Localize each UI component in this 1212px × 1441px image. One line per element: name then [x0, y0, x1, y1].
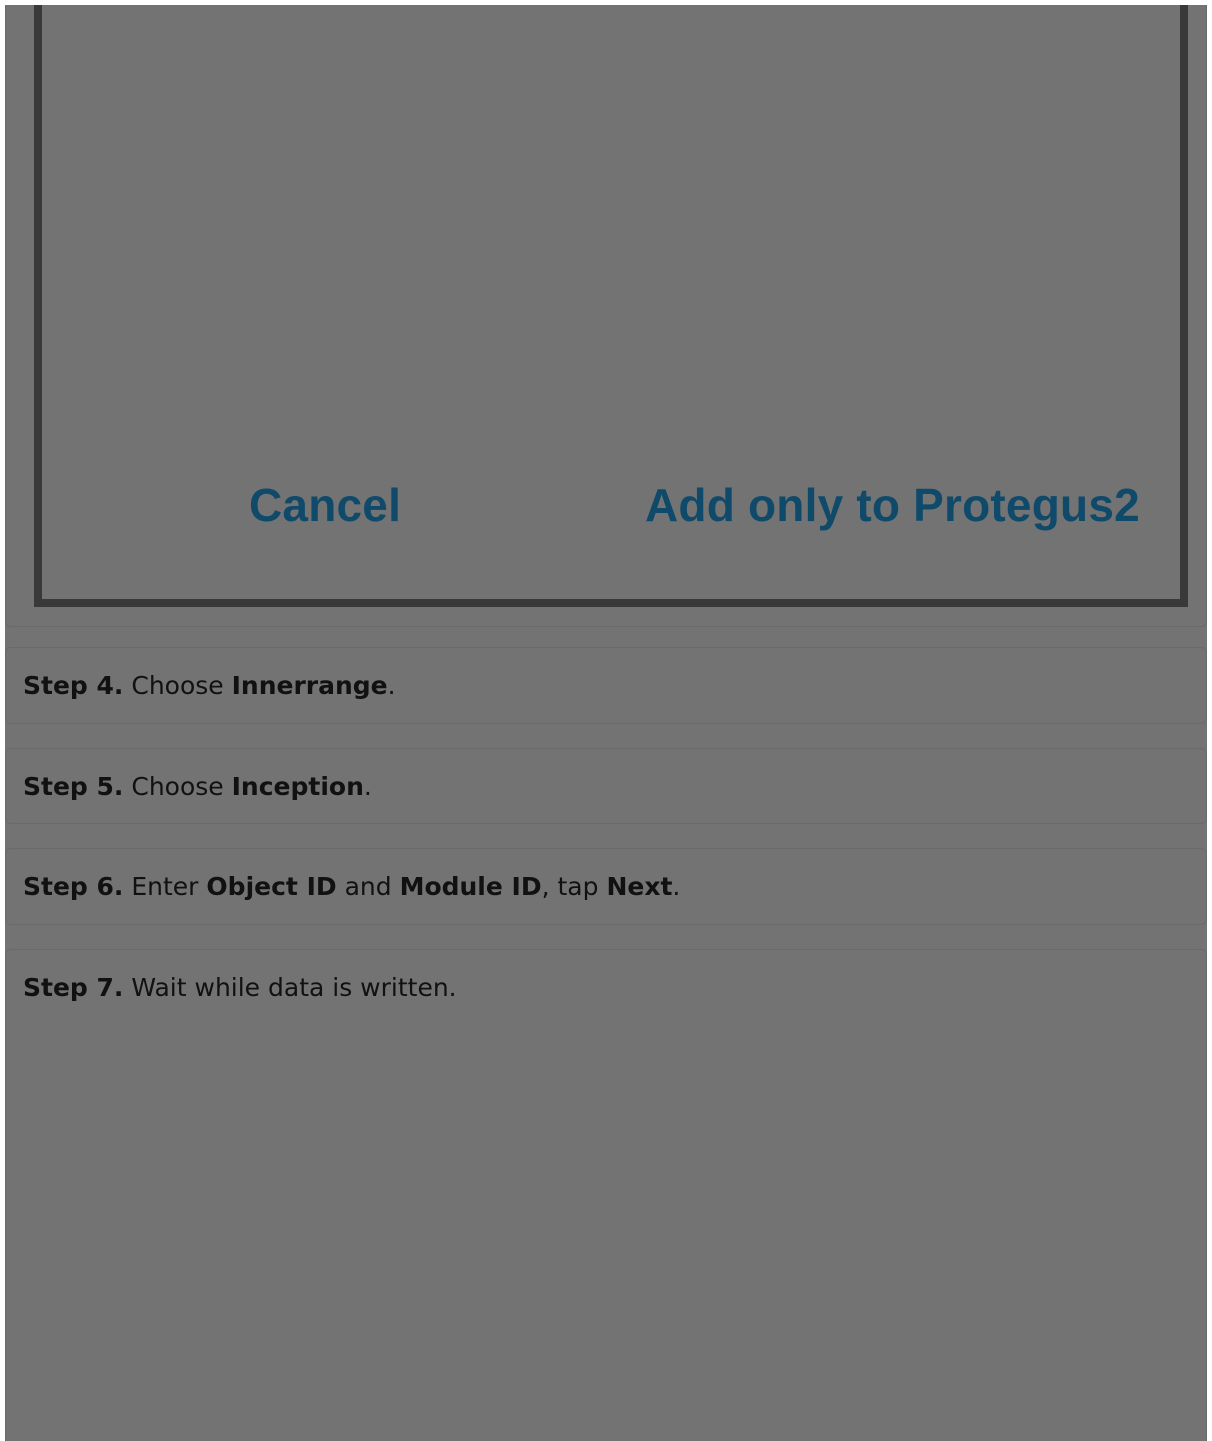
- step-highlight: Module ID: [399, 872, 542, 901]
- step-highlight: Next: [606, 872, 673, 901]
- step-5-label: Step 5.: [23, 772, 124, 801]
- step-5-text: Step 5. Choose Inception.: [23, 774, 372, 799]
- step-text-part: Choose: [131, 772, 232, 801]
- step-text-part: , tap: [541, 872, 607, 901]
- step-highlight: Inception: [231, 772, 364, 801]
- step-text-part: .: [672, 872, 681, 901]
- step-4-label: Step 4.: [23, 671, 124, 700]
- step-6-label: Step 6.: [23, 872, 124, 901]
- step-4-card: Step 4. Choose Innerrange.: [5, 647, 1207, 724]
- step-7-label: Step 7.: [23, 973, 124, 1002]
- cancel-button[interactable]: Cancel: [249, 482, 401, 528]
- confirmation-dialog: Cancel Add only to Protegus2: [34, 5, 1188, 607]
- step-text-part: .: [363, 772, 372, 801]
- step-7-text: Step 7. Wait while data is written.: [23, 975, 457, 1000]
- step-4-text: Step 4. Choose Innerrange.: [23, 673, 396, 698]
- step-text-part: .: [387, 671, 396, 700]
- step-highlight: Object ID: [206, 872, 337, 901]
- screenshot-card: Cancel Add only to Protegus2: [5, 5, 1207, 627]
- step-text-part: Enter: [131, 872, 207, 901]
- step-7-card: Step 7. Wait while data is written.: [5, 949, 1207, 1441]
- step-5-card: Step 5. Choose Inception.: [5, 748, 1207, 824]
- add-only-to-protegus2-button[interactable]: Add only to Protegus2: [645, 482, 1140, 528]
- step-text-part: Choose: [131, 671, 232, 700]
- step-6-card: Step 6. Enter Object ID and Module ID, t…: [5, 848, 1207, 925]
- step-6-text: Step 6. Enter Object ID and Module ID, t…: [23, 874, 680, 899]
- step-text-part: Wait while data is written.: [131, 973, 457, 1002]
- step-text-part: and: [336, 872, 400, 901]
- instructions-page: Cancel Add only to Protegus2 Step 4. Cho…: [5, 5, 1207, 1441]
- step-highlight: Innerrange: [231, 671, 388, 700]
